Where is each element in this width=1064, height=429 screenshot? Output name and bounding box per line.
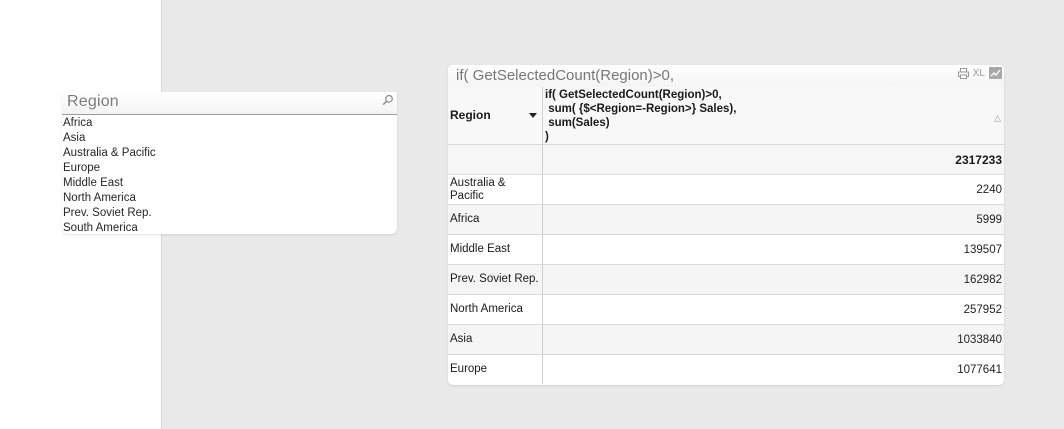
value-cell: 162982 — [963, 273, 1002, 286]
table-caption[interactable]: if( GetSelectedCount(Region)>0, XL — [448, 65, 1004, 87]
region-cell[interactable]: Africa — [448, 205, 543, 234]
value-cell: 1033840 — [957, 333, 1002, 346]
region-cell[interactable]: Middle East — [448, 235, 543, 264]
listbox-item-europe[interactable]: Europe — [62, 161, 397, 176]
fast-change-icon[interactable] — [989, 67, 1002, 79]
totals-value: 2317233 — [955, 152, 1002, 167]
region-cell[interactable]: Europe — [448, 355, 543, 384]
expression-line: sum( {$<Region=-Region>} Sales), — [545, 103, 737, 115]
table-row[interactable]: Europe 1077641 — [448, 354, 1004, 384]
listbox-item-africa[interactable]: Africa — [62, 116, 397, 131]
value-cell: 257952 — [963, 303, 1002, 316]
region-cell[interactable]: Asia — [448, 325, 543, 354]
table-row[interactable]: Middle East 139507 — [448, 234, 1004, 264]
region-listbox[interactable]: Region Africa Asia Australia & Pacific E… — [62, 92, 397, 234]
table-header-row: Region if( GetSelectedCount(Region)>0, s… — [448, 87, 1004, 144]
sort-indicator-icon[interactable]: △ — [994, 113, 1001, 124]
table-row[interactable]: Prev. Soviet Rep. 162982 — [448, 264, 1004, 294]
expression-line: ) — [545, 131, 549, 143]
listbox-caption[interactable]: Region — [62, 92, 397, 115]
region-cell[interactable]: North America — [448, 295, 543, 324]
search-icon[interactable] — [382, 94, 394, 106]
listbox-item-asia[interactable]: Asia — [62, 131, 397, 146]
dropdown-arrow-icon[interactable] — [529, 113, 537, 118]
region-cell[interactable]: Prev. Soviet Rep. — [448, 265, 543, 294]
totals-row: 2317233 — [448, 144, 1004, 174]
totals-label-cell — [448, 145, 543, 174]
value-cell: 5999 — [976, 213, 1002, 226]
excel-export-icon[interactable]: XL — [973, 68, 985, 79]
listbox-item-south-america[interactable]: South America — [62, 221, 397, 236]
table-row[interactable]: North America 257952 — [448, 294, 1004, 324]
expression-label: if( GetSelectedCount(Region)>0, sum( {$<… — [543, 87, 736, 144]
value-cell: 139507 — [963, 243, 1002, 256]
table-row[interactable]: Africa 5999 — [448, 204, 1004, 234]
listbox-item-prev-soviet-rep[interactable]: Prev. Soviet Rep. — [62, 206, 397, 221]
region-cell[interactable]: Australia & Pacific — [448, 175, 543, 204]
expression-line: if( GetSelectedCount(Region)>0, — [545, 89, 722, 101]
table-row[interactable]: Australia & Pacific 2240 — [448, 174, 1004, 204]
column-header-expression[interactable]: if( GetSelectedCount(Region)>0, sum( {$<… — [543, 87, 1004, 144]
listbox-item-australia-pacific[interactable]: Australia & Pacific — [62, 146, 397, 161]
value-cell: 1077641 — [957, 363, 1002, 376]
column-header-region[interactable]: Region — [448, 87, 543, 144]
listbox-item-middle-east[interactable]: Middle East — [62, 176, 397, 191]
table-caption-title: if( GetSelectedCount(Region)>0, — [456, 67, 675, 84]
print-icon[interactable] — [957, 67, 969, 79]
sales-table[interactable]: if( GetSelectedCount(Region)>0, XL Regio… — [448, 65, 1004, 385]
listbox-item-north-america[interactable]: North America — [62, 191, 397, 206]
column-header-region-label: Region — [450, 108, 491, 122]
expression-line: sum(Sales) — [545, 117, 610, 129]
table-grid: Region if( GetSelectedCount(Region)>0, s… — [448, 87, 1004, 384]
table-row[interactable]: Asia 1033840 — [448, 324, 1004, 354]
value-cell: 2240 — [976, 183, 1002, 196]
listbox-title: Region — [67, 93, 119, 110]
